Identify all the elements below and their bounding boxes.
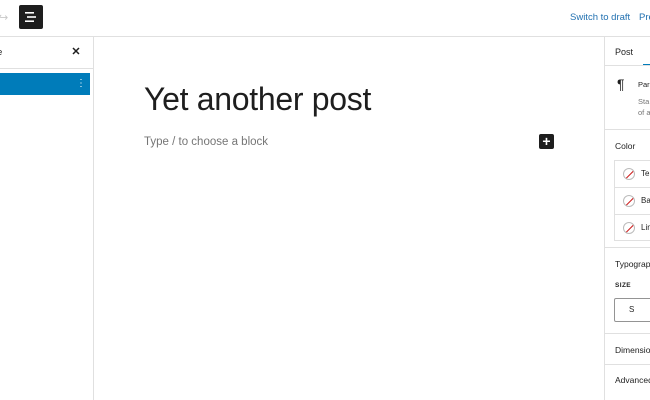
- paragraph-icon: ¶: [617, 76, 625, 92]
- color-panel-divider: [605, 247, 650, 248]
- sidebar-tabs-divider: [605, 65, 650, 66]
- plus-icon[interactable]: +: [539, 134, 554, 149]
- tab-post[interactable]: Post: [615, 47, 633, 57]
- color-item-label: Ba: [641, 196, 650, 205]
- block-placeholder[interactable]: Type / to choose a block: [144, 136, 268, 148]
- list-view-panel: e ✕ ⋮: [0, 37, 94, 400]
- dimensions-panel-title[interactable]: Dimensio: [615, 345, 650, 355]
- preview-button[interactable]: Pre: [639, 12, 650, 23]
- list-view-title: e: [0, 47, 2, 58]
- editor-canvas: Yet another post Type / to choose a bloc…: [94, 37, 604, 400]
- typography-panel-divider: [605, 333, 650, 334]
- list-view-button[interactable]: [19, 5, 43, 29]
- close-icon[interactable]: ✕: [70, 45, 82, 59]
- block-desc-line-2: of a: [638, 108, 650, 117]
- color-item-label: Te: [641, 169, 650, 178]
- more-options-icon[interactable]: ⋮: [76, 77, 86, 91]
- switch-to-draft-button[interactable]: Switch to draft: [570, 12, 630, 23]
- advanced-panel-title[interactable]: Advanced: [615, 375, 650, 385]
- color-list: Te Ba Lin: [614, 160, 650, 241]
- block-card-title: Par: [638, 80, 650, 89]
- color-item-label: Lin: [641, 223, 650, 232]
- block-card-divider: [605, 129, 650, 130]
- redo-icon[interactable]: ↪: [0, 11, 13, 25]
- color-swatch: [623, 168, 635, 180]
- post-title[interactable]: Yet another post: [144, 81, 371, 118]
- color-item-link[interactable]: Lin: [615, 215, 650, 242]
- block-card-description: Sta of a: [638, 96, 650, 118]
- color-item-text[interactable]: Te: [615, 161, 650, 188]
- font-size-label: SIZE: [615, 282, 632, 289]
- list-view-divider: [0, 68, 94, 69]
- editor-top-bar: ↪ Switch to draft Pre: [0, 0, 650, 37]
- font-size-picker[interactable]: S: [614, 298, 650, 322]
- color-swatch: [623, 195, 635, 207]
- block-desc-line-1: Sta: [638, 97, 650, 106]
- list-view-item-selected[interactable]: ⋮: [0, 73, 90, 95]
- color-item-background[interactable]: Ba: [615, 188, 650, 215]
- color-panel-title[interactable]: Color: [615, 141, 635, 151]
- list-view-icon: [25, 12, 36, 22]
- dimensions-panel-divider: [605, 364, 650, 365]
- typography-panel-title[interactable]: Typograp: [615, 259, 650, 269]
- settings-sidebar: Post ¶ Par Sta of a Color Te Ba Lin Typo…: [604, 37, 650, 400]
- font-size-option[interactable]: S: [629, 305, 634, 314]
- color-swatch: [623, 222, 635, 234]
